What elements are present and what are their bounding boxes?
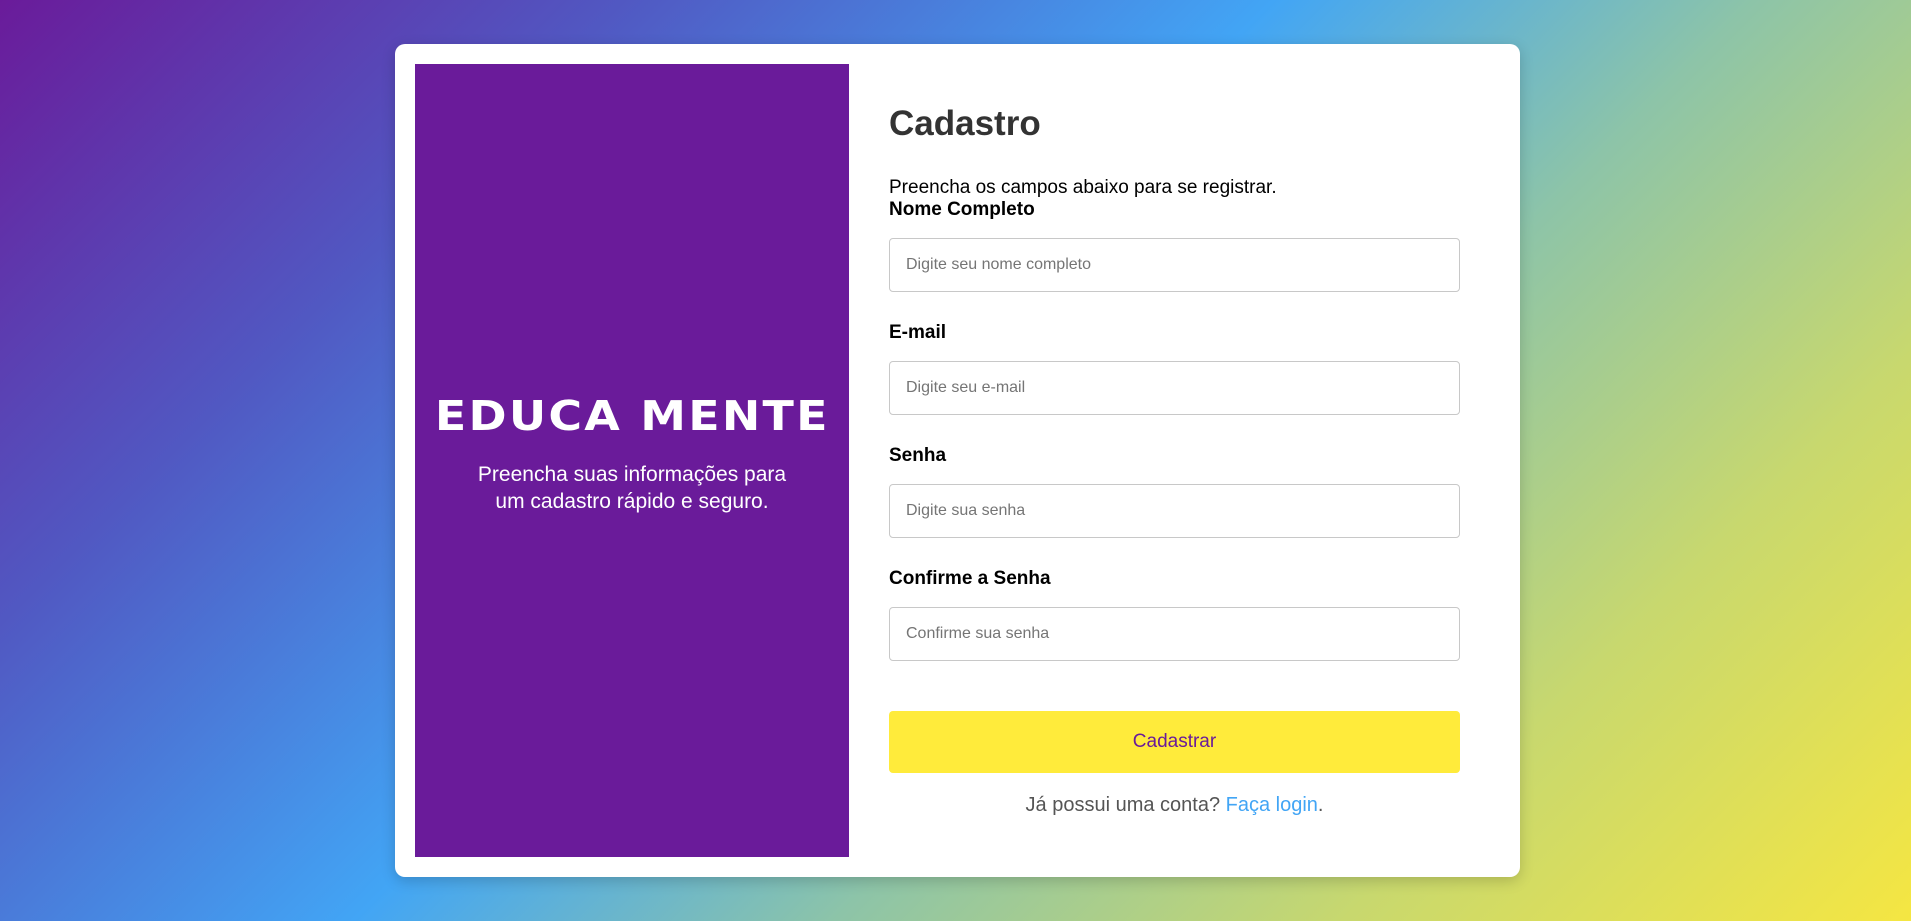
page-title: Cadastro	[889, 104, 1041, 143]
email-label: E-mail	[889, 322, 947, 343]
register-button[interactable]: Cadastrar	[889, 711, 1460, 773]
confirm-password-label: Confirme a Senha	[889, 568, 1051, 589]
email-input[interactable]	[889, 361, 1460, 415]
full-name-input[interactable]	[889, 238, 1460, 292]
login-suffix: .	[1317, 794, 1324, 816]
form-description: Preencha os campos abaixo para se regist…	[889, 177, 1277, 198]
password-input[interactable]	[889, 484, 1460, 538]
password-label: Senha	[889, 445, 947, 466]
brand-panel: EDUCA MENTE Preencha suas informações pa…	[415, 64, 849, 857]
brand-tagline: Preencha suas informações para um cadast…	[477, 463, 787, 513]
brand-logo-text: EDUCA MENTE	[434, 392, 830, 440]
login-prompt-text: Já possui uma conta?	[1025, 794, 1221, 816]
signup-card: EDUCA MENTE Preencha suas informações pa…	[395, 44, 1520, 877]
signup-form: Cadastro Preencha os campos abaixo para …	[889, 44, 1489, 877]
login-link[interactable]: Faça login	[1226, 794, 1318, 816]
full-name-label: Nome Completo	[889, 199, 1035, 220]
login-prompt-row: Já possui uma conta? Faça login.	[889, 794, 1460, 817]
confirm-password-input[interactable]	[889, 607, 1460, 661]
